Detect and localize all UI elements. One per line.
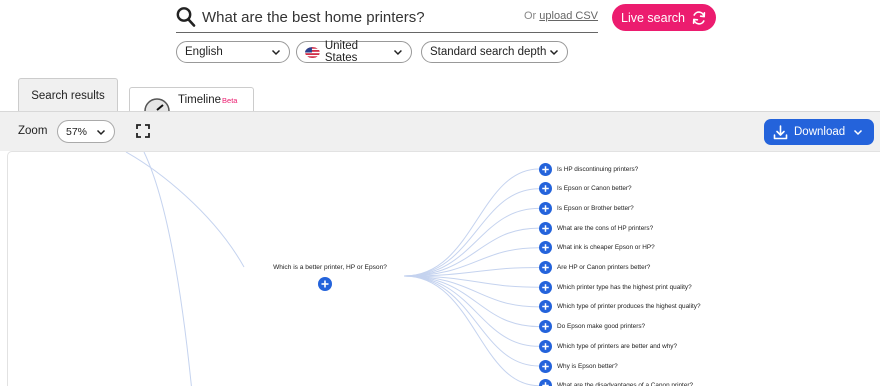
expand-plus-icon[interactable] (539, 201, 552, 215)
tree-leaf-label: Which type of printer produces the highe… (557, 303, 701, 311)
language-value: English (185, 46, 223, 58)
tree-link (143, 152, 192, 386)
expand-plus-icon[interactable] (539, 280, 552, 294)
chevron-down-icon (96, 129, 106, 135)
tree-leaf-item[interactable]: Why is Epson better? (539, 359, 618, 373)
results-toolbar: Zoom 57% Download (0, 111, 880, 151)
zoom-value: 57% (66, 125, 88, 138)
or-text: Or (524, 10, 537, 22)
us-flag-icon (305, 46, 320, 58)
expand-plus-icon[interactable] (539, 182, 552, 196)
search-depth-select[interactable]: Standard search depth (421, 41, 568, 63)
tree-leaf-item[interactable]: Which type of printer produces the highe… (539, 300, 701, 314)
tree-leaf-label: What are the disadvantages of a Canon pr… (557, 382, 694, 386)
expand-plus-icon[interactable] (539, 320, 552, 334)
gauge-icon (144, 98, 170, 111)
tab-search-results[interactable]: Search results (18, 78, 118, 112)
upload-csv-link[interactable]: upload CSV (539, 10, 598, 22)
tree-link (403, 275, 540, 386)
live-search-label: Live search (621, 10, 685, 25)
country-select[interactable]: United States (296, 40, 412, 64)
tab-search-results-label: Search results (31, 89, 105, 102)
search-icon (176, 7, 196, 27)
expand-plus-icon[interactable] (539, 261, 552, 274)
expand-plus-icon[interactable] (539, 379, 552, 386)
country-value: United States (324, 40, 359, 64)
chevron-down-icon (549, 49, 559, 56)
chevron-down-icon (854, 129, 863, 136)
tree-leaf-item[interactable]: Do Epson make good printers? (539, 320, 645, 334)
download-icon (773, 124, 788, 139)
search-bar: Or upload CSV Live search (176, 0, 716, 36)
tree-leaf-label: Why is Epson better? (557, 362, 618, 370)
tree-leaf-label: Which type of printers are better and wh… (557, 342, 678, 350)
tree-canvas[interactable]: Which is a better printer, HP or Epson? … (7, 151, 880, 386)
fullscreen-icon[interactable] (136, 124, 150, 138)
tree-link (403, 207, 540, 277)
language-select[interactable]: English (176, 41, 290, 63)
tree-link (403, 168, 540, 277)
tab-timeline-label: Timeline (178, 94, 222, 106)
app-root: Or upload CSV Live search English (0, 0, 880, 386)
tree-link (403, 275, 540, 328)
root-question[interactable]: Which is a better printer, HP or Epson? (248, 264, 412, 271)
tree-leaf-item[interactable]: Is HP discontinuing printers? (539, 162, 638, 176)
zoom-label: Zoom (18, 125, 48, 137)
refresh-icon (692, 10, 706, 25)
tree-link (403, 227, 540, 277)
tree-leaf-label: What ink is cheaper Epson or HP? (557, 244, 655, 252)
tree-leaf-item[interactable]: Which printer type has the highest print… (539, 280, 692, 294)
tree-leaf-label: Do Epson make good printers? (557, 323, 646, 331)
tree-leaf-item[interactable]: What are the disadvantages of a Canon pr… (539, 379, 693, 386)
expand-plus-icon[interactable] (539, 241, 552, 255)
zoom-select[interactable]: 57% (57, 120, 115, 143)
tree-leaf-item[interactable]: Which type of printers are better and wh… (539, 339, 677, 353)
tree-leaf-item[interactable]: Is Epson or Canon better? (539, 182, 632, 196)
tree-leaf-item[interactable]: What ink is cheaper Epson or HP? (539, 241, 655, 255)
expand-plus-icon[interactable] (539, 359, 552, 373)
search-depth-value: Standard search depth (430, 46, 547, 58)
tree-link (125, 152, 245, 268)
download-button[interactable]: Download (764, 119, 874, 145)
search-input[interactable] (202, 4, 512, 30)
tree-leaf-item[interactable]: Are HP or Canon printers better? (539, 261, 650, 275)
upload-csv-hint: Or upload CSV (524, 10, 598, 22)
tree-leaf-item[interactable]: What are the cons of HP printers? (539, 221, 653, 235)
tab-timeline[interactable]: Timeline Beta (129, 87, 254, 112)
tree-leaf-label: Is Epson or Brother better? (557, 204, 634, 212)
chevron-down-icon (394, 49, 403, 56)
beta-badge: Beta (222, 95, 238, 105)
live-search-button[interactable]: Live search (612, 4, 716, 31)
expand-plus-icon[interactable] (539, 221, 552, 235)
tree-leaf-item[interactable]: Is Epson or Brother better? (539, 201, 634, 215)
expand-plus-icon[interactable] (539, 339, 552, 353)
tree-leaf-label: Which printer type has the highest print… (557, 283, 692, 291)
expand-plus-icon[interactable] (318, 277, 332, 291)
expand-plus-icon[interactable] (539, 300, 552, 314)
tree-leaf-label: Is Epson or Canon better? (557, 185, 632, 193)
chevron-down-icon (271, 49, 281, 56)
tree-leaf-label: What are the cons of HP printers? (557, 224, 654, 232)
tree-leaf-label: Are HP or Canon printers better? (557, 264, 651, 271)
search-underline (176, 32, 598, 33)
download-label: Download (794, 126, 846, 138)
tree-leaf-label: Is HP discontinuing printers? (557, 165, 639, 173)
expand-plus-icon[interactable] (539, 162, 552, 176)
tree-links (125, 152, 540, 386)
